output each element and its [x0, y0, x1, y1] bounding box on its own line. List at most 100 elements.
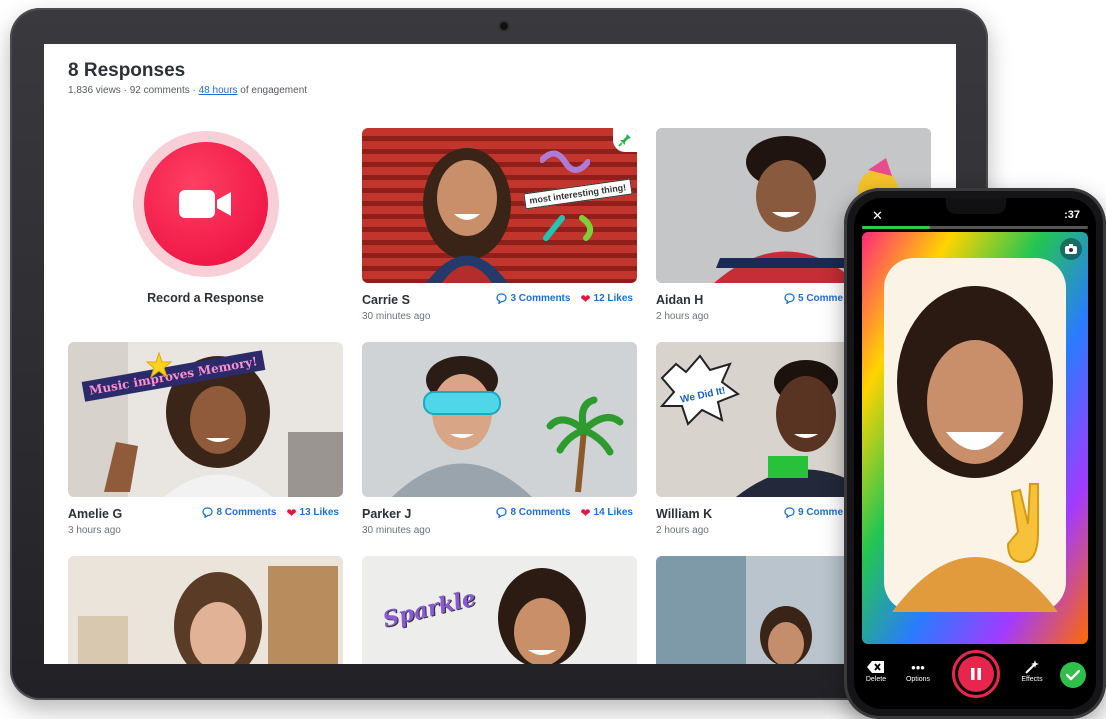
tablet-camera [498, 20, 510, 32]
response-card[interactable]: Sparkle [362, 556, 637, 664]
effects-label: Effects [1021, 676, 1043, 683]
recording-progress-fill [862, 226, 930, 229]
squiggle-sticker [540, 150, 590, 173]
comments-link[interactable]: 8 Comments [202, 507, 276, 518]
comment-bubble-icon [784, 293, 795, 304]
comment-bubble-icon [784, 507, 795, 518]
tablet-device: 8 Responses 1,836 views · 92 comments · … [10, 8, 988, 700]
responses-screen: 8 Responses 1,836 views · 92 comments · … [44, 44, 956, 664]
responder-name[interactable]: Carrie S [362, 293, 410, 307]
phone-device: ✕ :37 Delete ••• Options Effects [844, 188, 1106, 719]
page-title: 8 Responses [68, 60, 186, 81]
done-button[interactable] [1060, 662, 1086, 688]
recording-progress [862, 226, 1088, 229]
camera-flip-icon [1065, 244, 1077, 254]
arrows-sticker [543, 215, 594, 241]
response-thumbnail[interactable]: most interesting thing! [362, 128, 637, 283]
likes-link[interactable]: ❤ 13 Likes [286, 505, 339, 520]
pin-icon [618, 134, 631, 147]
response-stats: 5 Comme [784, 293, 843, 304]
responder-name[interactable]: William K [656, 507, 712, 521]
response-meta: Carrie S 30 minutes ago 3 Comments ❤ 12 … [362, 283, 637, 323]
comment-bubble-icon [496, 293, 508, 304]
comment-bubble-icon [496, 507, 508, 518]
delete-button[interactable]: Delete [858, 658, 894, 683]
responses-header: 8 Responses 1,836 views · 92 comments · … [68, 60, 307, 96]
likes-count: 13 Likes [299, 507, 339, 518]
options-button[interactable]: ••• Options [900, 658, 936, 684]
response-meta: Amelie G 3 hours ago 8 Comments ❤ 13 Lik… [68, 497, 343, 537]
delete-icon [858, 658, 894, 676]
likes-link[interactable]: ❤ 14 Likes [580, 505, 633, 520]
response-thumbnail[interactable] [68, 556, 343, 664]
comments-count: 5 Comme [798, 293, 844, 304]
engagement-stats: 1,836 views · 92 comments · 48 hours of … [68, 85, 307, 96]
response-time: 30 minutes ago [362, 311, 431, 322]
likes-count: 14 Likes [593, 507, 633, 518]
record-button[interactable] [144, 142, 268, 266]
stats-prefix: 1,836 views · 92 comments · [68, 85, 199, 96]
comments-count: 8 Comments [216, 507, 277, 518]
pause-button-inner [958, 656, 994, 692]
response-thumbnail[interactable] [362, 342, 637, 497]
comments-link[interactable]: 3 Comments [496, 293, 570, 304]
camera-preview-image [862, 232, 1088, 644]
more-options-icon: ••• [911, 659, 925, 675]
record-response-label: Record a Response [147, 291, 264, 305]
likes-link[interactable]: ❤ 12 Likes [580, 291, 633, 306]
person-photo [68, 556, 343, 664]
video-camera-icon [179, 190, 231, 218]
star-sticker [146, 352, 172, 378]
comment-bubble-icon [202, 507, 214, 518]
heart-icon: ❤ [580, 505, 591, 520]
pause-icon [971, 668, 981, 680]
response-stats: 9 Comme [784, 507, 843, 518]
comments-link[interactable]: 5 Comme [784, 293, 843, 304]
response-stats: 8 Comments ❤ 14 Likes [496, 505, 633, 520]
person-photo [362, 342, 637, 497]
heart-icon: ❤ [580, 291, 591, 306]
response-card[interactable]: Music improves Memory! Amelie G 3 hours … [68, 342, 343, 537]
camera-preview [862, 232, 1088, 644]
recorder-topbar: ✕ :37 [854, 208, 1096, 228]
delete-label: Delete [865, 676, 887, 683]
response-time: 2 hours ago [656, 525, 709, 536]
stats-suffix: of engagement [237, 85, 308, 96]
close-icon[interactable]: ✕ [872, 208, 883, 224]
response-card[interactable] [68, 556, 343, 664]
response-card[interactable]: Parker J 30 minutes ago 8 Comments ❤ 14 … [362, 342, 637, 537]
response-card[interactable]: most interesting thing! Carrie S 30 minu… [362, 128, 637, 323]
recorder-screen: ✕ :37 Delete ••• Options Effects [854, 198, 1096, 709]
response-meta: Parker J 30 minutes ago 8 Comments ❤ 14 … [362, 497, 637, 537]
pause-button[interactable] [952, 650, 1000, 698]
response-thumbnail[interactable]: Music improves Memory! [68, 342, 343, 497]
heart-icon: ❤ [286, 505, 297, 520]
comments-count: 8 Comments [510, 507, 571, 518]
response-time: 2 hours ago [656, 311, 709, 322]
responder-name[interactable]: Parker J [362, 507, 411, 521]
effects-button[interactable]: Effects [1014, 658, 1050, 683]
camera-flip-button[interactable] [1060, 238, 1082, 260]
comments-count: 3 Comments [510, 293, 571, 304]
responder-name[interactable]: Amelie G [68, 507, 122, 521]
record-button-ring [133, 131, 279, 277]
person-photo [423, 148, 511, 283]
engagement-hours-link[interactable]: 48 hours [199, 85, 238, 96]
response-stats: 8 Comments ❤ 13 Likes [202, 505, 339, 520]
comments-count: 9 Comme [798, 507, 844, 518]
response-time: 3 hours ago [68, 525, 121, 536]
record-response-tile[interactable]: Record a Response [68, 128, 343, 318]
effects-wand-icon [1014, 658, 1050, 676]
response-thumbnail[interactable]: Sparkle [362, 556, 637, 664]
likes-count: 12 Likes [593, 293, 633, 304]
response-time: 30 minutes ago [362, 525, 431, 536]
response-stats: 3 Comments ❤ 12 Likes [496, 291, 633, 306]
responder-name[interactable]: Aidan H [656, 293, 703, 307]
options-label: Options [905, 676, 931, 683]
pinned-badge [613, 128, 637, 152]
recorder-controls: Delete ••• Options Effects [854, 646, 1096, 706]
checkmark-icon [1066, 669, 1080, 681]
comments-link[interactable]: 8 Comments [496, 507, 570, 518]
recording-timer: :37 [1064, 209, 1080, 221]
comments-link[interactable]: 9 Comme [784, 507, 843, 518]
